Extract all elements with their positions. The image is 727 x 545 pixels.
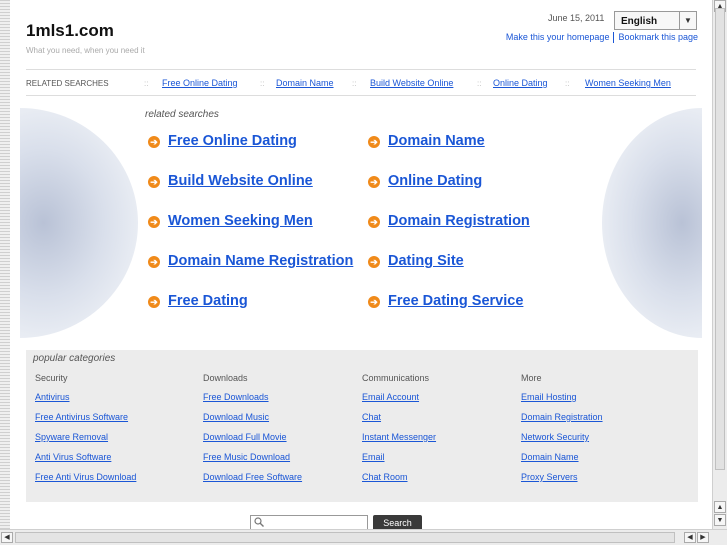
scroll-down-icon[interactable]: ▼	[714, 514, 726, 526]
separator: ::	[477, 79, 482, 88]
related-search-label[interactable]: Free Online Dating	[168, 133, 297, 149]
category-link[interactable]: Free Downloads	[203, 392, 269, 402]
related-search-label[interactable]: Domain Name Registration	[168, 253, 353, 269]
related-bar-link[interactable]: Domain Name	[276, 78, 334, 88]
vertical-scrollbar[interactable]: ▲ ▲ ▼	[712, 0, 727, 530]
scrollbar-thumb[interactable]	[715, 8, 725, 470]
category-link[interactable]: Domain Name	[521, 452, 579, 462]
separator: ::	[565, 79, 570, 88]
category-link[interactable]: Domain Registration	[521, 412, 603, 422]
divider	[26, 95, 696, 96]
related-bar-link[interactable]: Online Dating	[493, 78, 548, 88]
arrow-right-icon: ➔	[368, 136, 380, 148]
decorative-arc-right	[602, 108, 702, 338]
scroll-left-icon[interactable]: ◀	[684, 532, 696, 543]
category-link[interactable]: Chat Room	[362, 472, 408, 482]
category-link[interactable]: Anti Virus Software	[35, 452, 111, 462]
arrow-right-icon: ➔	[368, 216, 380, 228]
separator: ::	[352, 79, 357, 88]
related-bar-link[interactable]: Free Online Dating	[162, 78, 238, 88]
category-link[interactable]: Email	[362, 452, 385, 462]
category-link[interactable]: Free Anti Virus Download	[35, 472, 136, 482]
bookmark-link[interactable]: Bookmark this page	[618, 32, 698, 42]
category-link[interactable]: Download Music	[203, 412, 269, 422]
arrow-right-icon: ➔	[148, 256, 160, 268]
arrow-right-icon: ➔	[368, 256, 380, 268]
separator: ::	[144, 79, 149, 88]
scroll-up-icon[interactable]: ▲	[714, 501, 726, 513]
related-search-label[interactable]: Domain Registration	[388, 213, 530, 229]
arrow-right-icon: ➔	[148, 216, 160, 228]
search-icon	[254, 517, 264, 527]
category-heading: More	[521, 373, 542, 383]
left-frame-strip	[0, 0, 10, 530]
category-link[interactable]: Proxy Servers	[521, 472, 578, 482]
chevron-down-icon[interactable]: ▼	[679, 12, 696, 29]
related-bar-link[interactable]: Women Seeking Men	[585, 78, 671, 88]
category-link[interactable]: Download Full Movie	[203, 432, 287, 442]
arrow-right-icon: ➔	[148, 296, 160, 308]
horizontal-scrollbar[interactable]: ◀ ◀ ▶	[0, 529, 727, 545]
arrow-right-icon: ➔	[368, 176, 380, 188]
related-search-label[interactable]: Dating Site	[388, 253, 464, 269]
related-search-label[interactable]: Build Website Online	[168, 173, 313, 189]
site-tagline: What you need, when you need it	[26, 46, 145, 55]
category-link[interactable]: Spyware Removal	[35, 432, 108, 442]
category-heading: Security	[35, 373, 68, 383]
separator: ::	[260, 79, 265, 88]
related-searches-heading: related searches	[145, 109, 219, 120]
related-search-label[interactable]: Free Dating	[168, 293, 248, 309]
popular-categories-panel: popular categories Security Antivirus Fr…	[26, 350, 698, 502]
category-link[interactable]: Instant Messenger	[362, 432, 436, 442]
related-search-label[interactable]: Domain Name	[388, 133, 485, 149]
category-link[interactable]: Chat	[362, 412, 381, 422]
category-link[interactable]: Network Security	[521, 432, 589, 442]
scrollbar-thumb[interactable]	[15, 532, 675, 543]
top-links: Make this your homepage Bookmark this pag…	[506, 32, 698, 44]
popular-categories-heading: popular categories	[33, 353, 116, 364]
language-value: English	[621, 16, 658, 27]
category-heading: Downloads	[203, 373, 248, 383]
related-search-label[interactable]: Free Dating Service	[388, 293, 523, 309]
arrow-right-icon: ➔	[368, 296, 380, 308]
related-bar-link[interactable]: Build Website Online	[370, 78, 453, 88]
category-link[interactable]: Email Account	[362, 392, 419, 402]
category-link[interactable]: Free Music Download	[203, 452, 290, 462]
related-search-label[interactable]: Online Dating	[388, 173, 482, 189]
divider	[26, 69, 696, 70]
related-search-label[interactable]: Women Seeking Men	[168, 213, 313, 229]
link-divider	[613, 32, 615, 44]
scroll-right-icon[interactable]: ▶	[697, 532, 709, 543]
category-heading: Communications	[362, 373, 430, 383]
site-title[interactable]: 1mls1.com	[26, 21, 114, 41]
related-searches-label: RELATED SEARCHES	[26, 79, 109, 88]
category-link[interactable]: Email Hosting	[521, 392, 577, 402]
scroll-left-icon[interactable]: ◀	[1, 532, 13, 543]
decorative-arc-left	[20, 108, 138, 338]
arrow-right-icon: ➔	[148, 176, 160, 188]
category-link[interactable]: Free Antivirus Software	[35, 412, 128, 422]
language-select[interactable]: English ▼	[614, 11, 697, 30]
category-link[interactable]: Antivirus	[35, 392, 70, 402]
date-text: June 15, 2011	[548, 13, 605, 23]
arrow-right-icon: ➔	[148, 136, 160, 148]
make-homepage-link[interactable]: Make this your homepage	[506, 32, 610, 42]
category-link[interactable]: Download Free Software	[203, 472, 302, 482]
